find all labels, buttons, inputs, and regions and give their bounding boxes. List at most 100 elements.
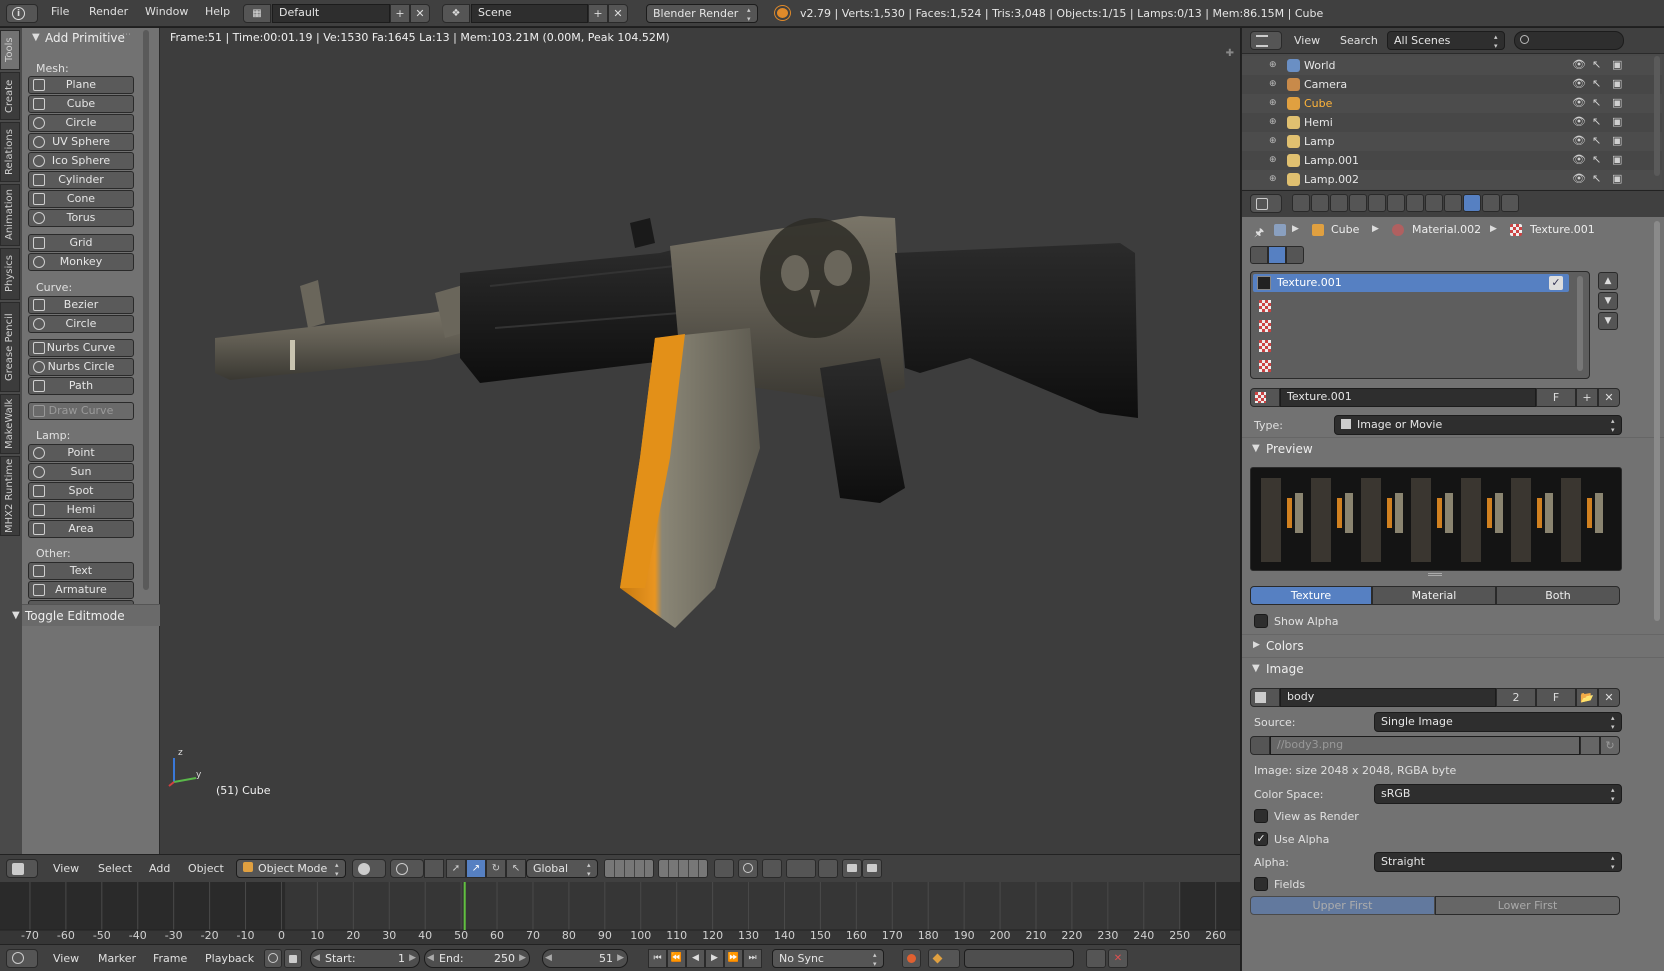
scale-manipulator[interactable]: ↖ [506, 859, 526, 878]
render-opengl-button[interactable] [842, 859, 862, 878]
material-tab-icon[interactable] [1444, 194, 1462, 212]
empty-slot-icon[interactable] [1259, 340, 1271, 352]
add-path-button[interactable]: Path [28, 377, 134, 395]
expand-toggle-icon[interactable]: ⊕ [1269, 136, 1277, 146]
layer-toggle[interactable] [424, 859, 444, 878]
pin-icon[interactable]: 🖈 [1254, 224, 1264, 243]
current-frame-field[interactable]: ◀ 51 ▶ [542, 949, 628, 968]
editor-type-button[interactable] [1250, 194, 1282, 213]
add-nurbs-circle-button[interactable]: Nurbs Circle [28, 358, 134, 376]
restrict-select-icon[interactable]: ↖ [1592, 115, 1601, 128]
render-tab-icon[interactable] [1292, 194, 1310, 212]
slot-move-down-button[interactable]: ▼ [1598, 292, 1618, 310]
rifle-model[interactable] [160, 28, 1240, 854]
add-grid-button[interactable]: Grid [28, 234, 134, 252]
outliner-row[interactable]: ⊕ Lamp 👁 ↖ ▣ [1242, 132, 1662, 151]
breadcrumb-texture[interactable]: Texture.001 [1530, 223, 1595, 236]
restrict-view-icon[interactable]: 👁 [1572, 153, 1586, 166]
expand-toggle-icon[interactable]: ⊕ [1269, 174, 1277, 184]
start-frame-field[interactable]: ◀ Start: 1 ▶ [310, 949, 420, 968]
outliner-item-name[interactable]: Hemi [1304, 116, 1333, 129]
show-alpha-checkbox[interactable] [1254, 614, 1268, 628]
layout-add-button[interactable]: + [390, 4, 410, 23]
sync-select[interactable]: No Sync [772, 949, 884, 969]
restrict-select-icon[interactable]: ↖ [1592, 58, 1601, 71]
breadcrumb-cube[interactable]: Cube [1331, 223, 1359, 236]
texture-slot-active[interactable]: Texture.001 ✓ [1253, 274, 1569, 292]
empty-slot-icon[interactable] [1259, 300, 1271, 312]
preview-resize-grip[interactable] [1428, 573, 1442, 576]
add-plane-button[interactable]: Plane [28, 76, 134, 94]
menu-frame[interactable]: Frame [153, 952, 187, 965]
layout-icon[interactable]: ▦ [243, 4, 271, 23]
add-circle-button[interactable]: Circle [28, 114, 134, 132]
tab-preview-texture[interactable]: Texture [1250, 586, 1372, 605]
expand-toggle-icon[interactable]: ⊕ [1269, 117, 1277, 127]
active-keying-set-field[interactable] [964, 949, 1074, 968]
tab-tools[interactable]: Tools [0, 30, 20, 70]
add-nurbs-curve-button[interactable]: Nurbs Curve [28, 339, 134, 357]
restrict-render-icon[interactable]: ▣ [1612, 115, 1622, 128]
render-anim-button[interactable] [862, 859, 882, 878]
outliner-item-name[interactable]: Cube [1304, 97, 1332, 110]
alpha-mode-select[interactable]: Straight [1374, 852, 1622, 872]
panel-grip-icon[interactable]: ⋯ [122, 30, 131, 40]
add-bezier-circle-button[interactable]: Circle [28, 315, 134, 333]
tab-create[interactable]: Create [0, 72, 20, 120]
display-mode-select[interactable]: All Scenes [1387, 31, 1505, 51]
add-cube-button[interactable]: Cube [28, 95, 134, 113]
image-panel-header[interactable]: ▼ Image [1242, 657, 1664, 679]
restrict-select-icon[interactable]: ↖ [1592, 77, 1601, 90]
menu-search[interactable]: Search [1340, 34, 1378, 47]
physics-tab-icon[interactable] [1501, 194, 1519, 212]
material-texture-button[interactable] [1268, 246, 1286, 264]
increment-arrow[interactable]: ▶ [519, 950, 526, 966]
unlink-texture-button[interactable]: ✕ [1598, 388, 1620, 407]
image-filepath-field[interactable]: //body3.png [1270, 736, 1580, 755]
lower-first-option[interactable]: Lower First [1435, 896, 1620, 915]
new-texture-button[interactable]: + [1576, 388, 1598, 407]
play-reverse-button[interactable]: ◀ [686, 949, 705, 968]
outliner-row[interactable]: ⊕ Cube 👁 ↖ ▣ [1242, 94, 1662, 113]
snap-target-button[interactable] [818, 859, 838, 878]
data-tab-icon[interactable] [1425, 194, 1443, 212]
outliner-item-name[interactable]: Lamp [1304, 135, 1335, 148]
preview-range-toggle[interactable] [264, 949, 282, 968]
decrement-arrow[interactable]: ◀ [313, 950, 320, 966]
restrict-select-icon[interactable]: ↖ [1592, 96, 1601, 109]
add-cone-button[interactable]: Cone [28, 190, 134, 208]
menu-view[interactable]: View [1294, 34, 1320, 47]
fake-user-button[interactable]: F [1536, 388, 1576, 407]
reload-image-button[interactable]: ↻ [1600, 736, 1620, 755]
editor-type-button[interactable] [6, 949, 38, 968]
end-frame-field[interactable]: ◀ End: 250 ▶ [424, 949, 530, 968]
restrict-select-icon[interactable]: ↖ [1592, 172, 1601, 185]
restrict-view-icon[interactable]: 👁 [1572, 172, 1586, 185]
restrict-view-icon[interactable]: 👁 [1572, 58, 1586, 71]
unlink-image-button[interactable]: ✕ [1598, 688, 1620, 707]
texture-browse-button[interactable] [1250, 388, 1280, 407]
other-texture-button[interactable] [1286, 246, 1304, 264]
menu-playback[interactable]: Playback [205, 952, 254, 965]
restrict-render-icon[interactable]: ▣ [1612, 58, 1622, 71]
increment-arrow[interactable]: ▶ [409, 950, 416, 966]
editor-type-button[interactable] [6, 859, 38, 878]
scene-icon[interactable]: ❖ [442, 4, 470, 23]
menu-object[interactable]: Object [188, 862, 224, 875]
restrict-select-icon[interactable]: ↖ [1592, 134, 1601, 147]
rotate-manipulator[interactable]: ↻ [486, 859, 506, 878]
3d-viewport[interactable]: Frame:51 | Time:00:01.19 | Ve:1530 Fa:16… [160, 28, 1240, 854]
empty-slot-icon[interactable] [1259, 360, 1271, 372]
scene-remove-button[interactable]: ✕ [608, 4, 628, 23]
slot-menu-button[interactable]: ▼ [1598, 312, 1618, 330]
add-spot-lamp-button[interactable]: Spot [28, 482, 134, 500]
tab-animation[interactable]: Animation [0, 184, 20, 246]
tab-makewalk[interactable]: MakeWalk [0, 394, 20, 454]
translate-manipulator[interactable]: ↗ [466, 859, 486, 878]
snap-toggle[interactable] [762, 859, 782, 878]
jump-start-button[interactable]: ⏮ [648, 949, 667, 968]
add-sun-lamp-button[interactable]: Sun [28, 463, 134, 481]
proportional-edit-button[interactable] [738, 859, 758, 878]
render-layers-tab-icon[interactable] [1311, 194, 1329, 212]
add-area-lamp-button[interactable]: Area [28, 520, 134, 538]
